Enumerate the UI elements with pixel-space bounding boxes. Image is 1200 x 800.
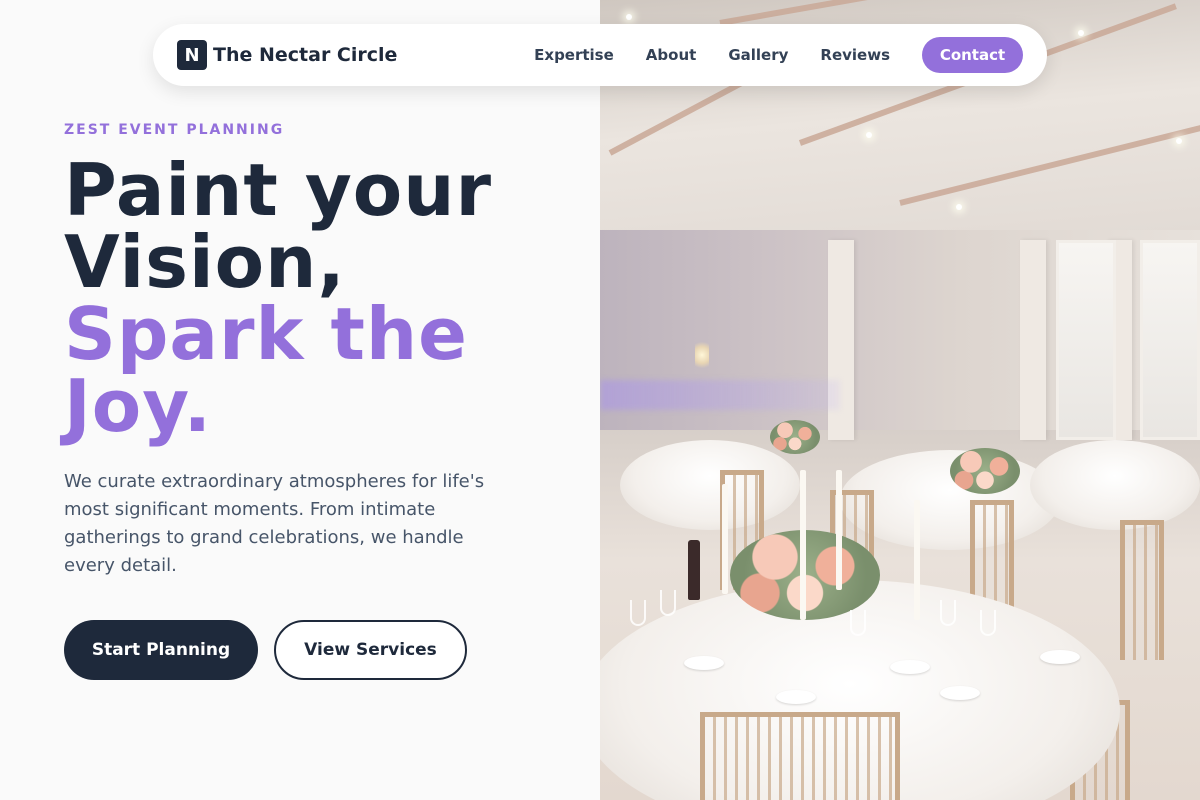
nav-links: Expertise About Gallery Reviews Contact xyxy=(534,37,1023,73)
hero-eyebrow: ZEST EVENT PLANNING xyxy=(64,122,285,138)
hero-headline: Paint your Vision, Spark the Joy. xyxy=(64,154,584,442)
top-navigation: N The Nectar Circle Expertise About Gall… xyxy=(153,24,1047,86)
nav-link-expertise[interactable]: Expertise xyxy=(534,46,614,64)
headline-primary: Paint your Vision, xyxy=(64,148,493,304)
headline-accent: Spark the Joy. xyxy=(64,292,468,448)
wine-glass xyxy=(850,610,866,636)
wine-glass xyxy=(940,600,956,626)
dining-table xyxy=(1030,440,1200,530)
nav-link-gallery[interactable]: Gallery xyxy=(728,46,788,64)
flower-arrangement xyxy=(770,420,820,454)
window xyxy=(1056,240,1116,440)
banquet-hall-photo xyxy=(600,0,1200,800)
wall-sconce xyxy=(695,340,709,370)
candle xyxy=(836,470,842,590)
ceiling-light xyxy=(1176,138,1182,144)
pillar xyxy=(828,240,854,440)
hero-description: We curate extraordinary atmospheres for … xyxy=(64,471,485,576)
dining-table xyxy=(620,440,800,530)
window xyxy=(1140,240,1200,440)
candle xyxy=(914,500,920,620)
chair xyxy=(1120,520,1164,660)
ceiling-light xyxy=(866,132,872,138)
pillar xyxy=(1020,240,1046,440)
logo-mark: N xyxy=(177,40,207,70)
flower-arrangement xyxy=(950,448,1020,494)
candle xyxy=(722,484,728,594)
wine-glass xyxy=(630,600,646,626)
brand-logo[interactable]: N The Nectar Circle xyxy=(177,40,397,70)
brand-name: The Nectar Circle xyxy=(213,44,398,66)
nav-link-about[interactable]: About xyxy=(646,46,697,64)
place-setting xyxy=(890,660,930,674)
place-setting xyxy=(940,686,980,700)
place-setting xyxy=(684,656,724,670)
front-chair xyxy=(700,712,900,800)
place-setting xyxy=(776,690,816,704)
wine-glass xyxy=(660,590,676,616)
wine-glass xyxy=(980,610,996,636)
bar-lights xyxy=(600,380,840,410)
chair xyxy=(970,500,1014,610)
start-planning-button[interactable]: Start Planning xyxy=(64,620,258,680)
contact-button[interactable]: Contact xyxy=(922,37,1023,73)
wine-bottle xyxy=(688,540,700,600)
ceiling-light xyxy=(626,14,632,20)
view-services-button[interactable]: View Services xyxy=(274,620,467,680)
ceiling-light xyxy=(956,204,962,210)
candle xyxy=(800,470,806,620)
place-setting xyxy=(1040,650,1080,664)
nav-link-reviews[interactable]: Reviews xyxy=(820,46,890,64)
ceiling-light xyxy=(1078,30,1084,36)
